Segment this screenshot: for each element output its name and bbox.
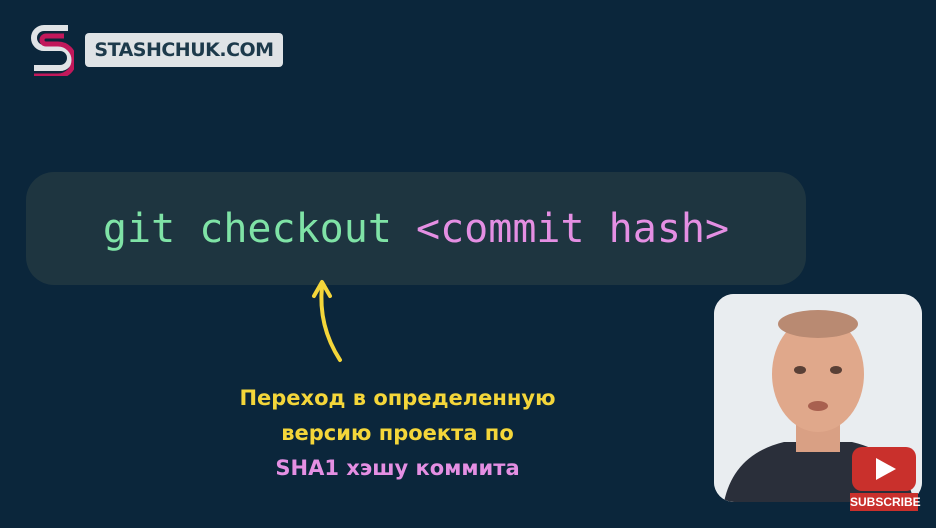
youtube-play-icon [852,447,916,491]
caption-line-3: SHA1 хэшу коммита [275,456,520,480]
arrow-up-icon [308,276,348,366]
command-keyword: git checkout [102,205,392,252]
stashchuk-logo-icon [30,22,77,79]
subscribe-label: SUBSCRIBE [850,493,921,511]
subscribe-button[interactable]: SUBSCRIBE [850,447,921,513]
caption-line-1: Переход в определенную [239,386,556,410]
caption: Переход в определенную версию проекта по… [200,381,595,486]
command-argument: <commit hash> [416,205,730,252]
brand-name[interactable]: STASHCHUK.COM [85,33,283,67]
command-box: git checkout <commit hash> [26,172,806,285]
caption-line-2: версию проекта по [281,421,514,445]
